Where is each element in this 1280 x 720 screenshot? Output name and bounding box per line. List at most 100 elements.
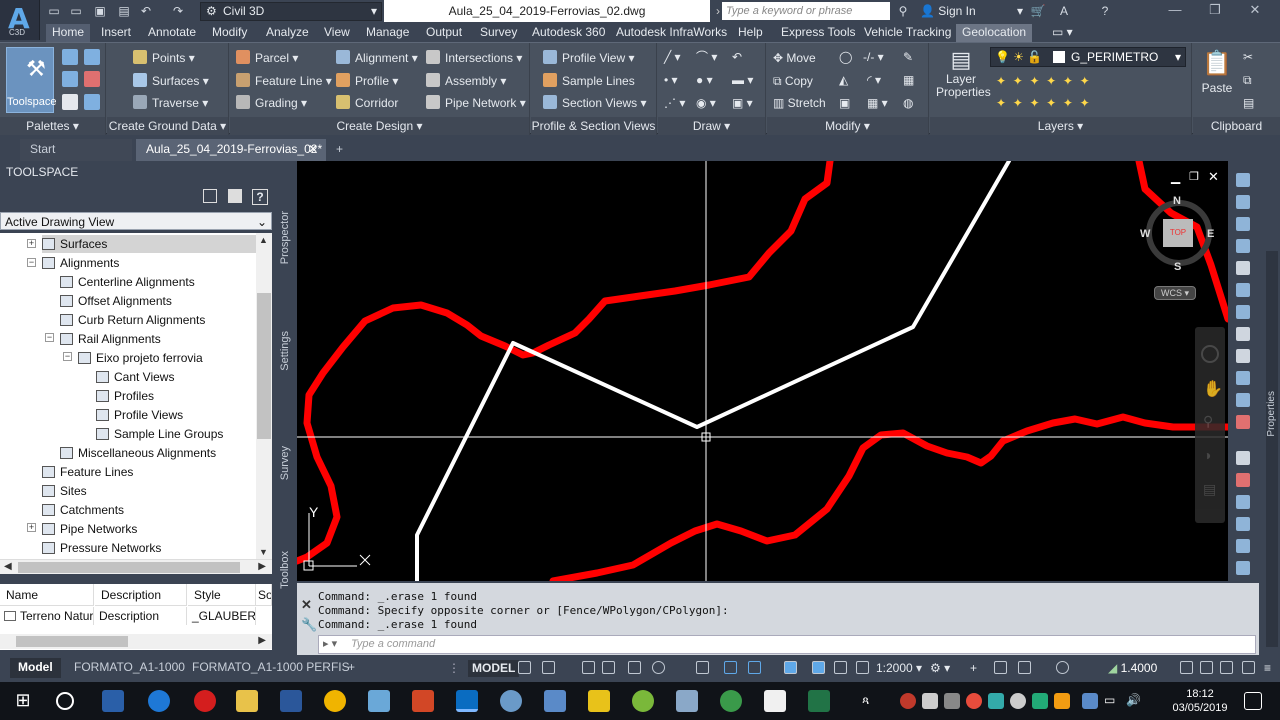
- edge-icon[interactable]: [148, 690, 170, 712]
- scroll-thumb[interactable]: [16, 636, 128, 647]
- file-tab-drawing[interactable]: Aula_25_04_2019-Ferrovias_02* ✕: [136, 139, 326, 161]
- layers-panel-title[interactable]: Layers ▾: [930, 117, 1191, 135]
- layer-dropdown[interactable]: 💡 ☀ 🔓 G_PERIMETRO ▾: [990, 47, 1186, 67]
- tray-icon[interactable]: [1032, 693, 1048, 709]
- palette-icon[interactable]: [84, 49, 100, 65]
- scroll-thumb[interactable]: [257, 293, 271, 439]
- hardware-icon[interactable]: [1180, 661, 1193, 674]
- minimize-viewport-icon[interactable]: ▁: [1171, 170, 1180, 184]
- side-tab-toolbox[interactable]: Toolbox: [279, 551, 291, 589]
- layout-tab-model[interactable]: Model: [10, 658, 61, 678]
- tab-manage[interactable]: Manage: [360, 24, 415, 42]
- toolspace-button[interactable]: ⚒ Toolspace: [6, 47, 57, 113]
- tab-express-tools[interactable]: Express Tools: [775, 24, 861, 42]
- column-header-description[interactable]: Description: [95, 584, 187, 606]
- copy-clip-icon[interactable]: ⧉: [1243, 70, 1252, 90]
- tab-autodesk-360[interactable]: Autodesk 360: [526, 24, 611, 42]
- draw-panel-title[interactable]: Draw ▾: [658, 117, 765, 135]
- viewcube-south[interactable]: S: [1174, 261, 1181, 273]
- new-tab-button[interactable]: +: [330, 139, 354, 161]
- command-input[interactable]: ▸ ▾ Type a command: [318, 635, 1256, 654]
- grading-button[interactable]: Grading ▾: [236, 93, 307, 113]
- region-icon[interactable]: ▣ ▾: [732, 93, 753, 113]
- copy-base-icon[interactable]: ▤: [1243, 93, 1254, 113]
- tab-modify[interactable]: Modify: [206, 24, 253, 42]
- tray-icon[interactable]: [988, 693, 1004, 709]
- tool-icon[interactable]: [1236, 415, 1250, 429]
- minimize-button[interactable]: —: [1160, 2, 1190, 22]
- corridor-button[interactable]: Corridor: [336, 93, 398, 113]
- side-tab-settings[interactable]: Settings: [279, 331, 291, 371]
- tree-item-offset[interactable]: Offset Alignments: [60, 292, 172, 310]
- section-views-button[interactable]: Section Views ▾: [543, 93, 647, 113]
- palette-icon[interactable]: [84, 94, 100, 110]
- scroll-thumb[interactable]: [18, 562, 240, 573]
- surfaces-button[interactable]: Surfaces ▾: [133, 71, 209, 91]
- palette-icon[interactable]: [84, 71, 100, 87]
- tree-item-rail[interactable]: Rail Alignments: [60, 330, 161, 348]
- column-header-name[interactable]: Name: [0, 584, 94, 606]
- profile-view-button[interactable]: Profile View ▾: [543, 48, 635, 68]
- create-ground-panel-title[interactable]: Create Ground Data ▾: [107, 117, 228, 135]
- annotation-scale-icon[interactable]: [834, 661, 847, 674]
- stretch-button[interactable]: ▥ Stretch: [773, 93, 826, 113]
- tree-horizontal-scrollbar[interactable]: ◀ ▶: [0, 559, 272, 574]
- powerpoint-icon[interactable]: [412, 690, 434, 712]
- tree-item-centerline[interactable]: Centerline Alignments: [60, 273, 195, 291]
- tool-icon[interactable]: [1236, 283, 1250, 297]
- hatch-icon[interactable]: ⋰ ▾: [664, 93, 685, 113]
- tool-icon[interactable]: [1236, 539, 1250, 553]
- workspace-dropdown[interactable]: ⚙ Civil 3D ▾: [200, 2, 382, 21]
- palette-icon[interactable]: [62, 49, 78, 65]
- grid-icon[interactable]: [518, 661, 531, 674]
- layer-tools-row[interactable]: ✦ ✦ ✦ ✦ ✦ ✦: [996, 93, 1090, 113]
- expand-icon[interactable]: +: [27, 239, 36, 248]
- close-command-icon[interactable]: ✕: [301, 597, 312, 613]
- tool-icon[interactable]: [1236, 239, 1250, 253]
- app-icon[interactable]: [588, 690, 610, 712]
- tab-view[interactable]: View: [318, 24, 356, 42]
- tree-item-eixo[interactable]: Eixo projeto ferrovia: [78, 349, 203, 367]
- tab-annotate[interactable]: Annotate: [142, 24, 202, 42]
- fullscreen-icon[interactable]: [1242, 661, 1255, 674]
- clean-screen-icon[interactable]: [1056, 661, 1069, 674]
- arc-icon[interactable]: ↶: [732, 47, 742, 67]
- ortho-icon[interactable]: [582, 661, 595, 674]
- assembly-button[interactable]: Assembly ▾: [426, 71, 506, 91]
- tab-vehicle-tracking[interactable]: Vehicle Tracking: [858, 24, 957, 42]
- app-icon[interactable]: [368, 690, 390, 712]
- alignment-polyline[interactable]: [415, 161, 1011, 581]
- annotation-icon[interactable]: [856, 661, 869, 674]
- snap-icon[interactable]: [542, 661, 555, 674]
- tab-geolocation[interactable]: Geolocation: [956, 24, 1033, 42]
- mirror-icon[interactable]: ◭: [839, 70, 848, 90]
- copy-button[interactable]: ⧉ Copy: [773, 71, 813, 91]
- properties-icon[interactable]: [1200, 661, 1213, 674]
- feature-line-button[interactable]: Feature Line ▾: [236, 71, 332, 91]
- application-menu-button[interactable]: A C3D: [0, 0, 40, 40]
- isolate-icon[interactable]: [1018, 661, 1031, 674]
- viewcube-east[interactable]: E: [1207, 228, 1214, 240]
- restore-viewport-icon[interactable]: ❐: [1189, 170, 1199, 183]
- print-icon[interactable]: ▤: [116, 4, 132, 18]
- restore-button[interactable]: ❐: [1200, 2, 1230, 22]
- column-header-source[interactable]: So: [256, 584, 272, 606]
- polyline-icon[interactable]: ⌒ ▾: [696, 47, 717, 67]
- model-space-toggle[interactable]: MODEL: [468, 660, 520, 677]
- open-icon[interactable]: ▭: [68, 4, 84, 18]
- tab-output[interactable]: Output: [420, 24, 468, 42]
- notifications-icon[interactable]: [1244, 692, 1262, 710]
- trim-icon[interactable]: -/- ▾: [863, 47, 884, 67]
- contour-line[interactable]: [549, 413, 1228, 581]
- tool-icon[interactable]: [1236, 451, 1250, 465]
- paste-button[interactable]: 📋 Paste: [1197, 47, 1237, 113]
- tab-infraworks[interactable]: Autodesk InfraWorks: [610, 24, 733, 42]
- customize-icon[interactable]: [1220, 661, 1233, 674]
- help-icon[interactable]: ?: [1097, 4, 1113, 18]
- lineweight-scale[interactable]: ◢ 1.4000: [1108, 660, 1157, 677]
- cloud-icon[interactable]: [1010, 693, 1026, 709]
- tray-icon[interactable]: [1082, 693, 1098, 709]
- cart-icon[interactable]: 🛒: [1030, 4, 1046, 18]
- erase-icon[interactable]: ✎: [903, 47, 913, 67]
- tool-icon[interactable]: [1236, 393, 1250, 407]
